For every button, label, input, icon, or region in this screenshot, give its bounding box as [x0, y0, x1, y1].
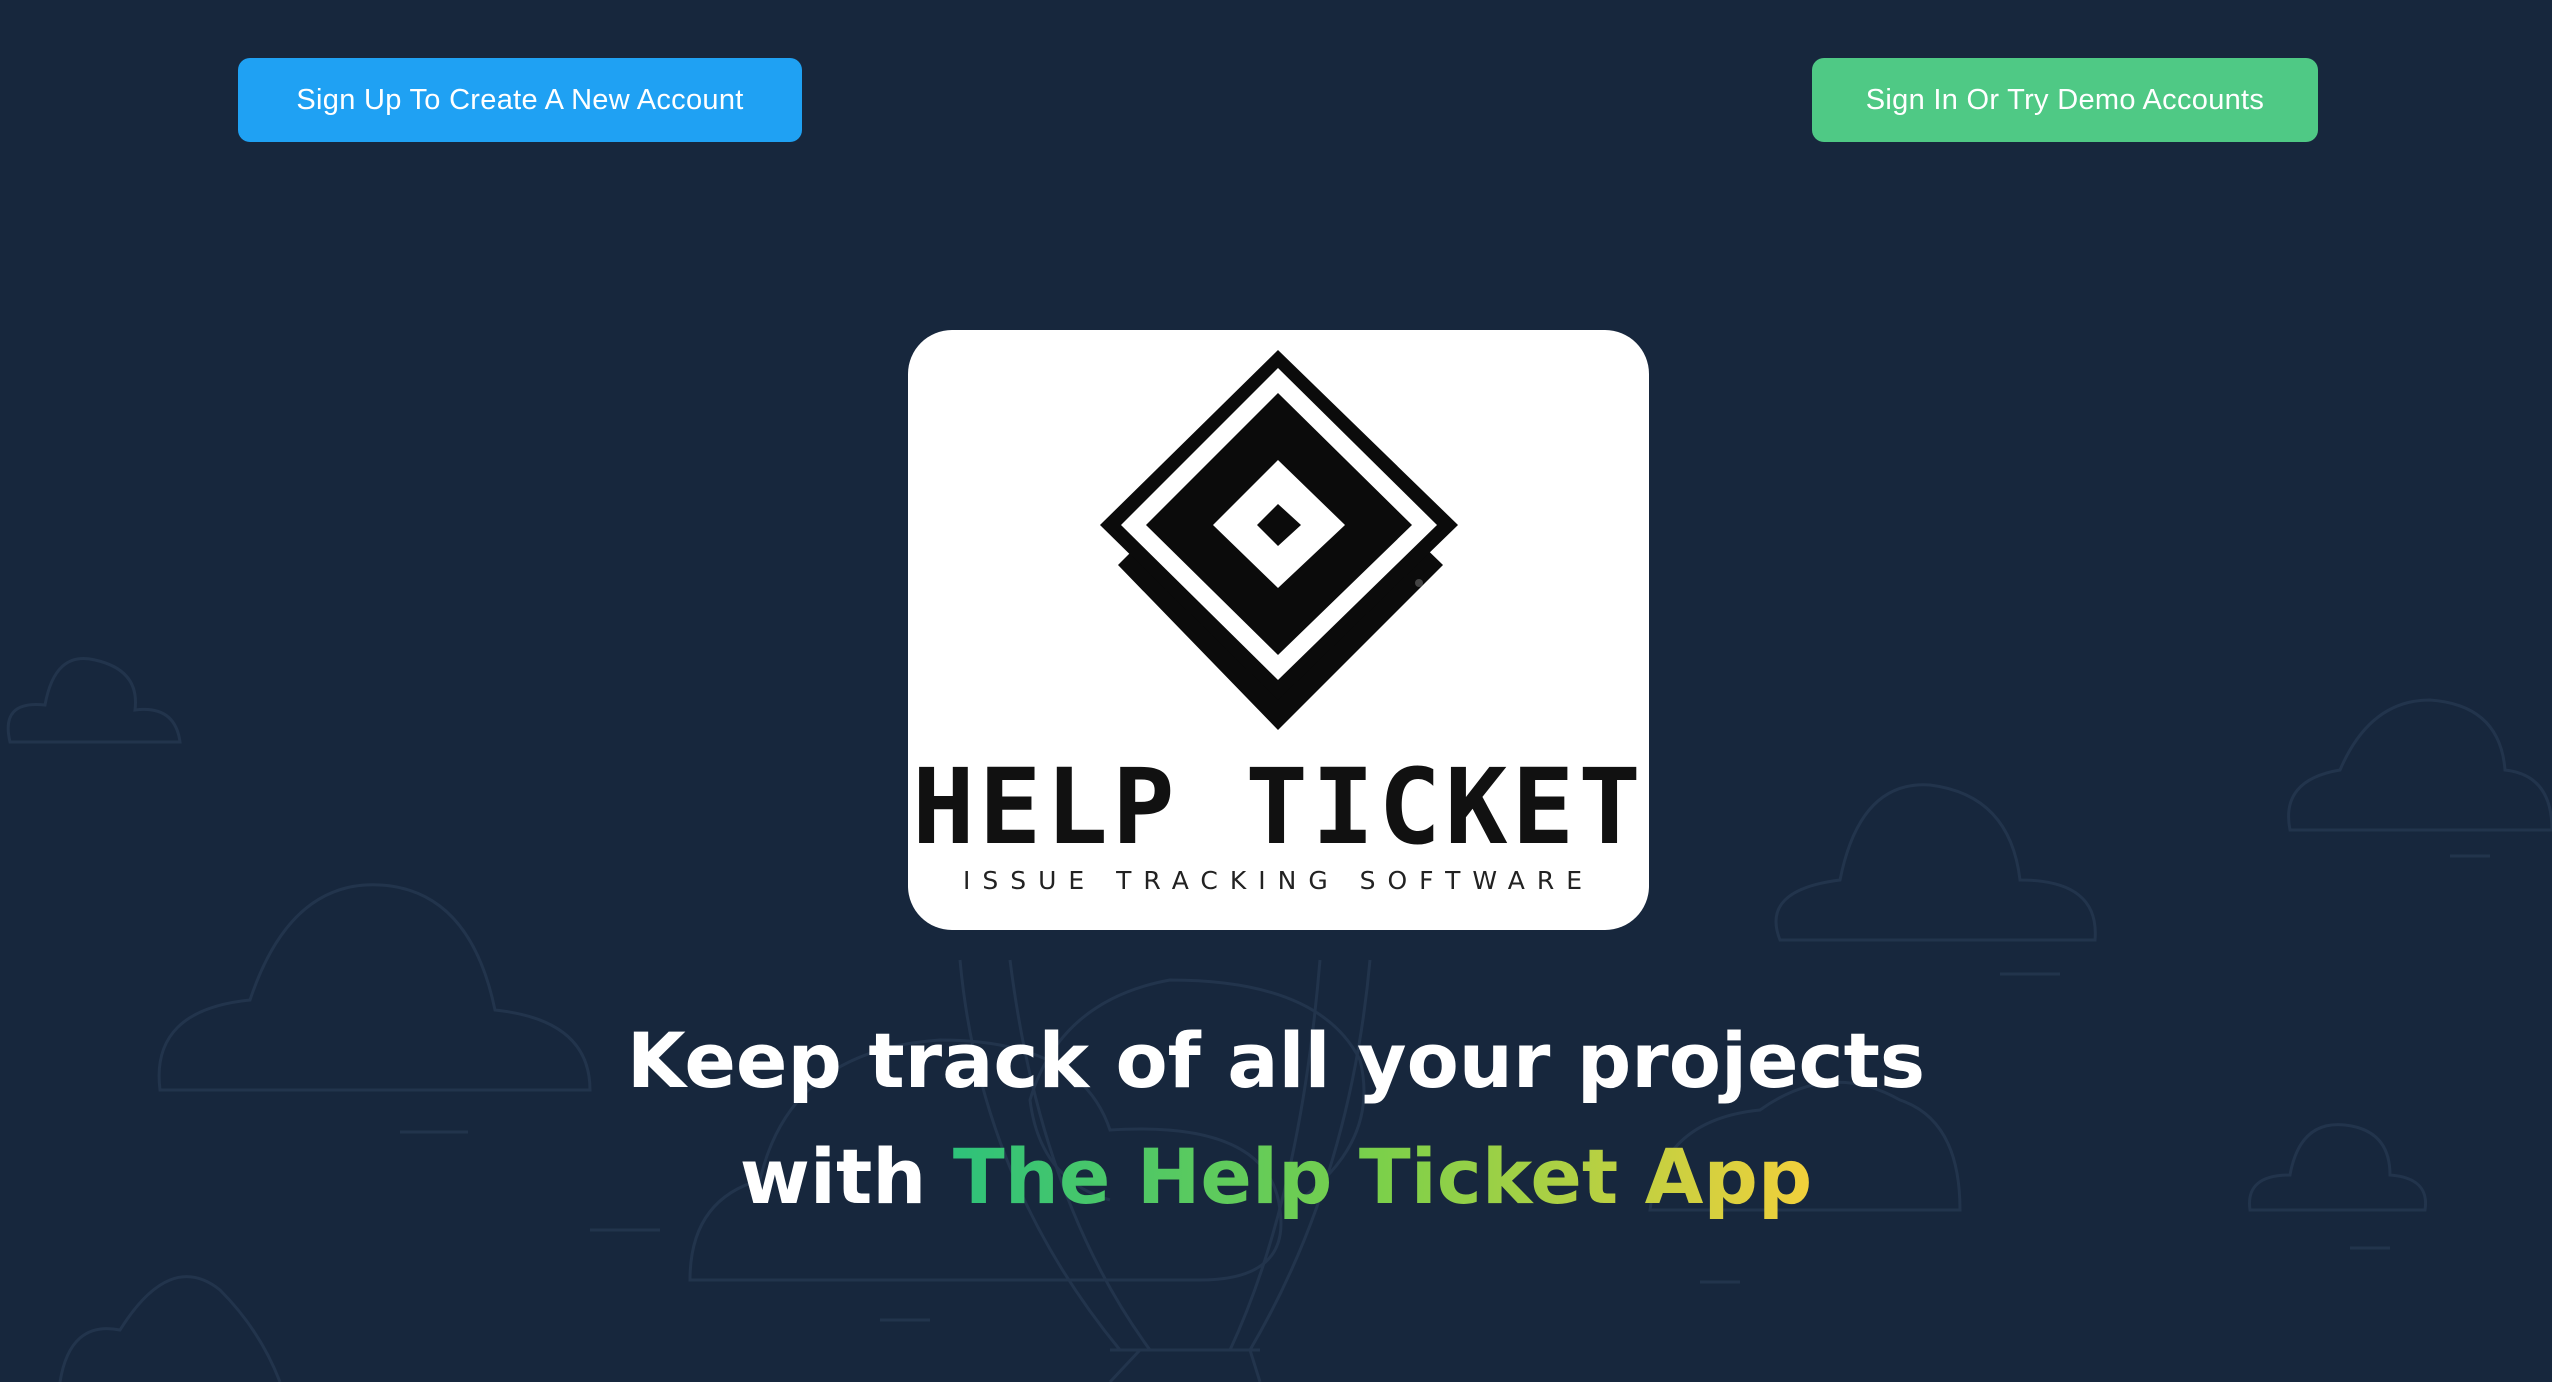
logo-tagline: ISSUE TRACKING SOFTWARE — [962, 866, 1595, 895]
hero-headline-line-1: Keep track of all your projects — [626, 1016, 1926, 1105]
help-ticket-logo: HELP TICKET ISSUE TRACKING SOFTWARE — [908, 330, 1649, 930]
hero-headline-line-2: with The Help Ticket App — [0, 1132, 2552, 1221]
hero-headline-prefix: with — [739, 1132, 927, 1221]
sign-up-button[interactable]: Sign Up To Create A New Account — [238, 58, 802, 142]
logo-wordmark: HELP TICKET — [912, 746, 1645, 868]
sign-in-button[interactable]: Sign In Or Try Demo Accounts — [1812, 58, 2318, 142]
app-name-highlight: The Help Ticket App — [952, 1132, 1813, 1221]
